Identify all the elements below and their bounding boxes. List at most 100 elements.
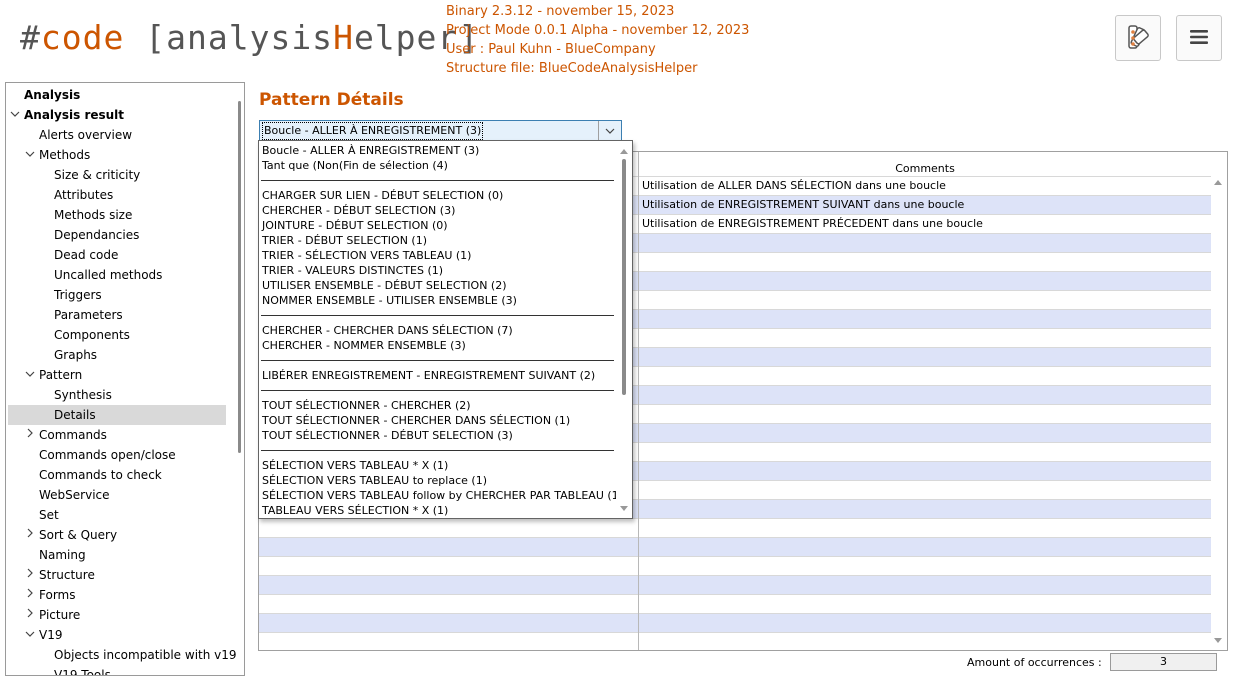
dropdown-option[interactable]: Boucle - ALLER À ENREGISTREMENT (3) [262,143,479,158]
tree-item[interactable]: Pattern [6,365,231,385]
palette-button[interactable] [1115,15,1161,61]
tree-item[interactable]: Methods [6,145,231,165]
chevron-down-icon[interactable] [23,625,37,645]
dropdown-option[interactable]: TOUT SÉLECTIONNER - CHERCHER (2) [262,398,471,413]
tree-item-label: Forms [39,588,76,602]
tree-item[interactable]: Components [6,325,231,345]
tree-item[interactable]: Dead code [6,245,231,265]
dropdown-option[interactable]: TRIER - DÉBUT SELECTION (1) [262,233,427,248]
logo-bracket-open: [ [124,18,167,57]
table-row[interactable] [259,575,1211,594]
dropdown-option[interactable]: CHARGER SUR LIEN - DÉBUT SELECTION (0) [262,188,503,203]
column-header-comments[interactable]: Comments [639,162,1211,175]
project-mode: Project Mode 0.0.1 Alpha - november 12, … [446,23,750,38]
chevron-right-icon[interactable] [23,605,37,625]
tree-item[interactable]: Details [8,405,226,425]
tree-item[interactable]: WebService [6,485,231,505]
dropdown-option[interactable]: CHERCHER - NOMMER ENSEMBLE (3) [262,338,466,353]
chevron-down-icon[interactable] [8,105,22,125]
app-logo: #code [analysisHelper] [20,18,479,58]
chevron-down-icon[interactable] [23,145,37,165]
dropdown-option[interactable]: TRIER - VALEURS DISTINCTES (1) [262,263,443,278]
logo-code: code [40,18,125,57]
tree-item-label: Size & criticity [54,168,141,182]
dropdown-option[interactable]: SÉLECTION VERS TABLEAU to replace (1) [262,473,487,488]
tree-item[interactable]: Set [6,505,231,525]
tree-item[interactable]: Dependancies [6,225,231,245]
chevron-down-icon[interactable] [598,121,621,140]
tree-item-label: V19 Tools [54,668,111,676]
table-row[interactable] [259,594,1211,613]
tree-item[interactable]: V19 [6,625,231,645]
tree-item[interactable]: Picture [6,605,231,625]
tree-item[interactable]: Triggers [6,285,231,305]
dropdown-option[interactable]: TOUT SÉLECTIONNER - CHERCHER DANS SÉLECT… [262,413,570,428]
version-info: Binary 2.3.12 - november 15, 2023 Projec… [446,2,749,78]
dropdown-option[interactable]: CHERCHER - DÉBUT SELECTION (3) [262,203,455,218]
dropdown-option[interactable]: CHERCHER - CHERCHER DANS SÉLECTION (7) [262,323,513,338]
tree-item[interactable]: Methods size [6,205,231,225]
tree-item[interactable]: Synthesis [6,385,231,405]
dropdown-option[interactable]: UTILISER ENSEMBLE - DÉBUT SELECTION (2) [262,278,507,293]
table-row[interactable] [259,518,1211,537]
chevron-down-icon[interactable] [23,365,37,385]
table-row[interactable] [259,632,1211,650]
dropdown-separator [261,450,614,451]
tree-scrollbar[interactable] [238,101,241,453]
chevron-right-icon[interactable] [23,425,37,445]
pattern-select-value: Boucle - ALLER À ENREGISTREMENT (3) [262,122,484,140]
dropdown-option[interactable]: JOINTURE - DÉBUT SELECTION (0) [262,218,448,233]
navigation-tree[interactable]: Analysis Analysis result Alerts overview Me… [5,82,245,676]
scroll-up-icon [1214,180,1222,185]
tree-item[interactable]: Naming [6,545,231,565]
tree-item[interactable]: Structure [6,565,231,585]
dropdown-scrollbar[interactable] [616,141,632,518]
table-row[interactable] [259,556,1211,575]
column-separator [638,152,639,650]
tree-item[interactable]: Graphs [6,345,231,365]
logo-hash: # [20,18,41,57]
dropdown-option[interactable]: LIBÉRER ENREGISTREMENT - ENREGISTREMENT … [262,368,595,383]
dropdown-option[interactable]: Tant que (Non(Fin de sélection (4) [262,158,448,173]
comment-cell: Utilisation de ENREGISTREMENT PRÉCEDENT … [642,217,983,230]
tree-item[interactable]: Forms [6,585,231,605]
tree-item[interactable]: Uncalled methods [6,265,231,285]
tree-item[interactable]: Sort & Query [6,525,231,545]
dropdown-option[interactable]: TABLEAU VERS SÉLECTION * X (1) [262,503,448,518]
dropdown-option[interactable]: SÉLECTION VERS TABLEAU follow by CHERCHE… [262,488,623,503]
tree-item[interactable]: Attributes [6,185,231,205]
dropdown-option[interactable]: SÉLECTION VERS TABLEAU * X (1) [262,458,448,473]
tree-item[interactable]: Analysis [6,85,231,105]
dropdown-scroll-thumb[interactable] [622,159,626,395]
pattern-dropdown-list[interactable]: Boucle - ALLER À ENREGISTREMENT (3) Tant … [258,140,633,519]
tree-item[interactable]: Commands open/close [6,445,231,465]
tree-item-label: Alerts overview [39,128,133,142]
table-row[interactable] [259,537,1211,556]
tree-item[interactable]: Commands [6,425,231,445]
tree-item-label: Dead code [54,248,119,262]
tree-item[interactable]: Alerts overview [6,125,231,145]
tree-item[interactable]: Parameters [6,305,231,325]
tree-item[interactable]: V19 Tools [6,665,231,676]
dropdown-option[interactable]: TRIER - SÉLECTION VERS TABLEAU (1) [262,248,471,263]
tree-item-label: Graphs [54,348,98,362]
dropdown-option[interactable]: NOMMER ENSEMBLE - UTILISER ENSEMBLE (3) [262,293,517,308]
table-row[interactable] [259,613,1211,632]
menu-button[interactable] [1176,15,1222,61]
pattern-select[interactable]: Boucle - ALLER À ENREGISTREMENT (3) [259,120,622,141]
tree-item-label: Attributes [54,188,114,202]
tree-item[interactable]: Analysis result [6,105,231,125]
grid-scrollbar[interactable] [1211,174,1225,650]
tree-item[interactable]: Size & criticity [6,165,231,185]
tree-item-label: Commands open/close [39,448,176,462]
tree-item[interactable]: Objects incompatible with v19 [6,645,237,665]
tree-item-label: Set [39,508,59,522]
tree-item-label: Methods size [54,208,133,222]
dropdown-option[interactable]: TOUT SÉLECTIONNER - DÉBUT SELECTION (3) [262,428,513,443]
tree-item[interactable]: Commands to check [6,465,231,485]
tree-item-label: Dependancies [54,228,140,242]
chevron-right-icon[interactable] [23,585,37,605]
comment-cell: Utilisation de ENREGISTREMENT SUIVANT da… [642,198,965,211]
chevron-right-icon[interactable] [23,525,37,545]
chevron-right-icon[interactable] [23,565,37,585]
